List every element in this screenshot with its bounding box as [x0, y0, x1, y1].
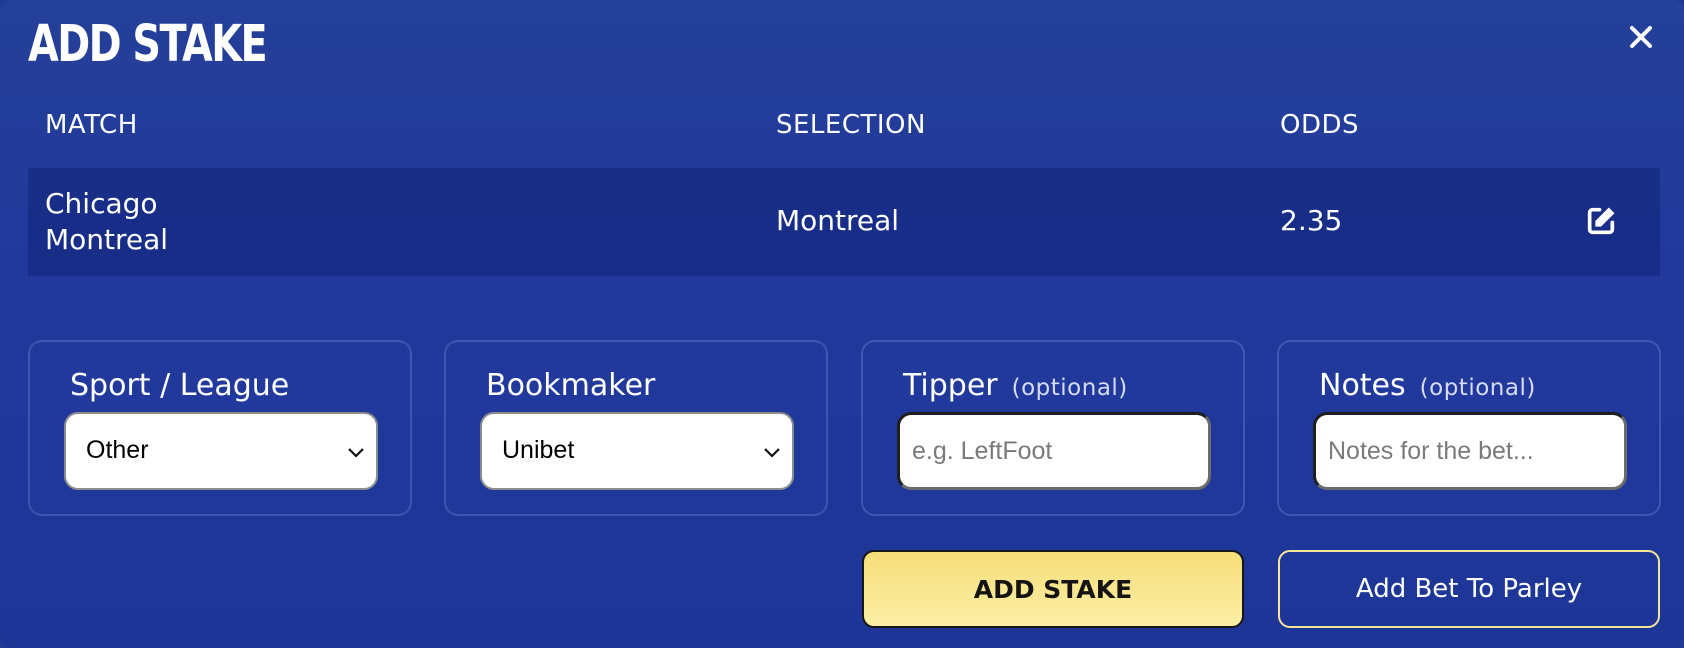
- bookmaker-select[interactable]: Unibet: [480, 412, 794, 490]
- tipper-label-row: Tipper (optional): [903, 368, 1128, 403]
- close-button[interactable]: [1618, 14, 1664, 60]
- chevron-down-icon: [764, 448, 780, 458]
- tipper-input[interactable]: [897, 412, 1211, 490]
- notes-label: Notes: [1319, 368, 1406, 403]
- table-header: MATCH SELECTION ODDS: [28, 110, 1660, 160]
- odds-cell: 2.35: [1280, 204, 1343, 237]
- header-selection: SELECTION: [776, 110, 926, 140]
- header-match: MATCH: [45, 110, 138, 140]
- add-stake-modal: ADD STAKE MATCH SELECTION ODDS Chicago M…: [0, 0, 1684, 648]
- close-icon[interactable]: [1629, 25, 1653, 49]
- bookmaker-value: Unibet: [502, 436, 575, 464]
- bookmaker-field: Bookmaker Unibet: [444, 340, 828, 516]
- chevron-down-icon: [348, 448, 364, 458]
- match-home-team: Chicago: [45, 187, 158, 220]
- selection-cell: Montreal: [776, 204, 900, 237]
- match-away-team: Montreal: [45, 223, 169, 256]
- sport-league-label: Sport / League: [70, 368, 290, 403]
- table-row: Chicago Montreal Montreal 2.35: [28, 168, 1660, 276]
- tipper-field: Tipper (optional): [861, 340, 1245, 516]
- sport-league-value: Other: [86, 436, 149, 464]
- notes-optional-label: (optional): [1419, 375, 1536, 401]
- tipper-label: Tipper: [903, 368, 998, 403]
- add-stake-button[interactable]: ADD STAKE: [862, 550, 1244, 628]
- notes-field: Notes (optional): [1277, 340, 1661, 516]
- notes-input[interactable]: [1313, 412, 1627, 490]
- notes-label-row: Notes (optional): [1319, 368, 1536, 403]
- edit-icon[interactable]: [1584, 204, 1618, 238]
- match-cell: Chicago Montreal: [45, 186, 168, 258]
- header-odds: ODDS: [1280, 110, 1360, 140]
- modal-title: ADD STAKE: [28, 15, 268, 74]
- tipper-optional-label: (optional): [1011, 375, 1128, 401]
- sport-league-field: Sport / League Other: [28, 340, 412, 516]
- edit-bet-button[interactable]: [1584, 204, 1620, 240]
- bookmaker-label: Bookmaker: [486, 368, 656, 403]
- add-bet-to-parley-button[interactable]: Add Bet To Parley: [1278, 550, 1660, 628]
- sport-league-select[interactable]: Other: [64, 412, 378, 490]
